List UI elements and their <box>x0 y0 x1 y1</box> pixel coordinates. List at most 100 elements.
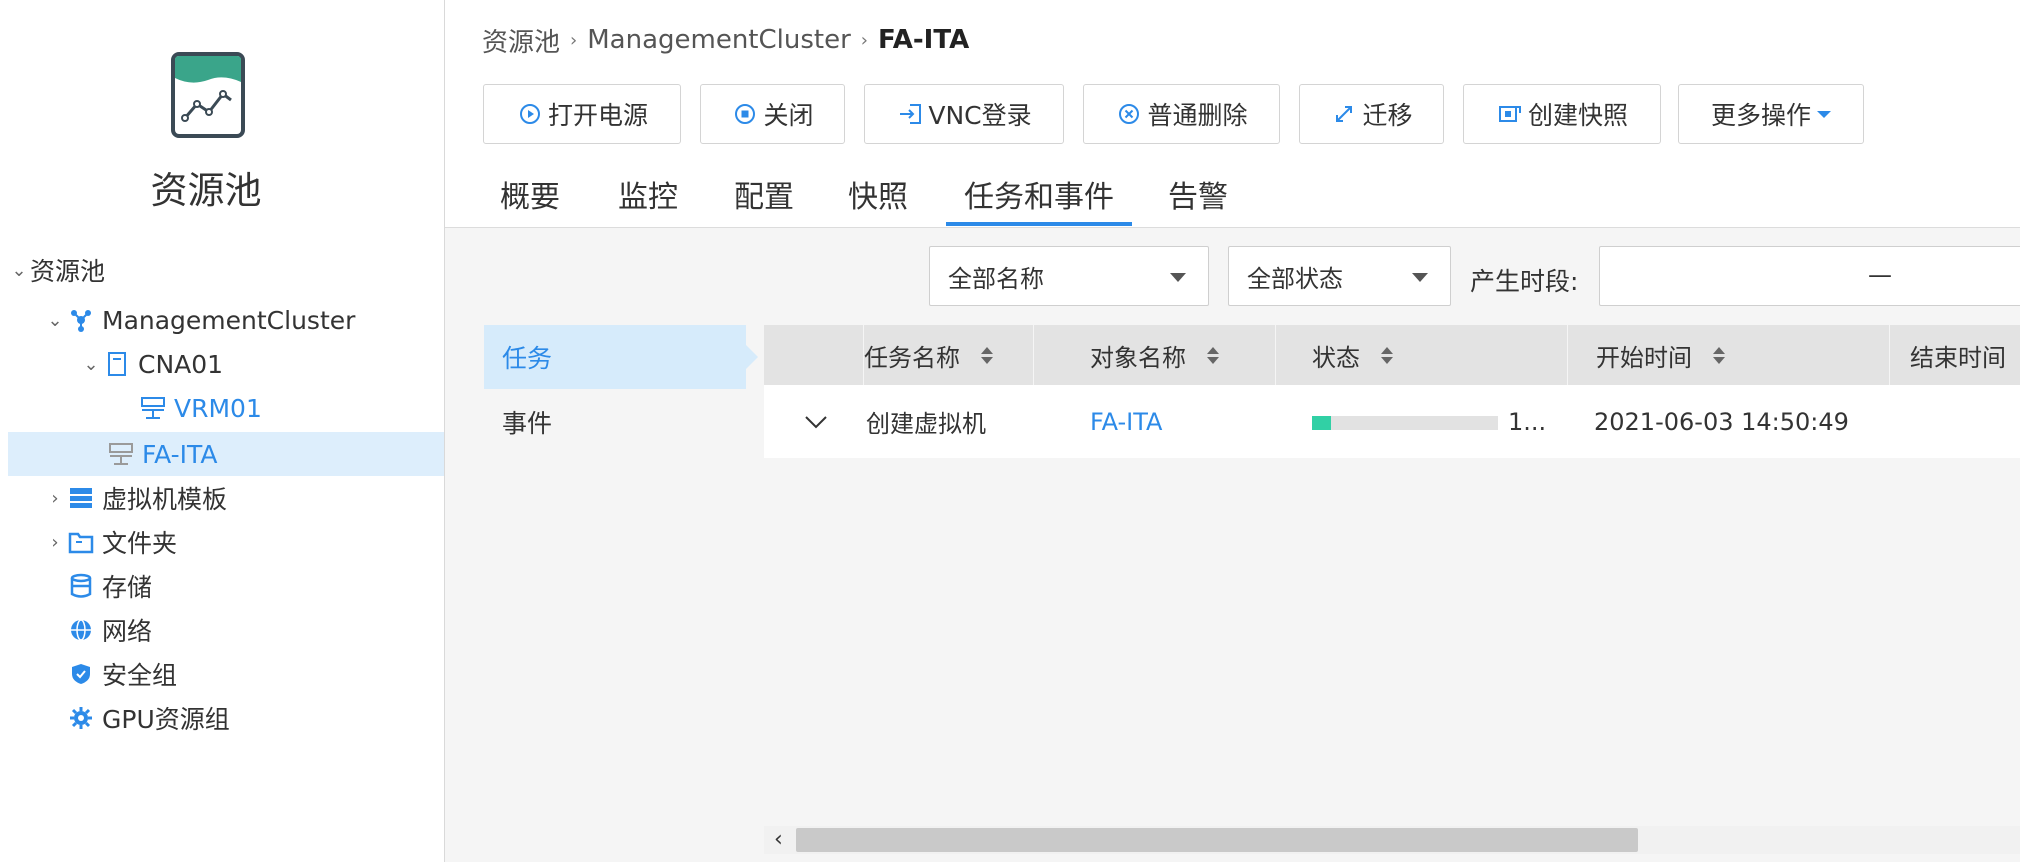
tree-item-label: CNA01 <box>138 349 224 379</box>
time-range-input[interactable]: — <box>1599 246 2020 306</box>
vm-icon <box>106 439 136 469</box>
name-filter-select[interactable]: 全部名称 <box>929 246 1209 306</box>
tree-item-label: 安全组 <box>102 661 178 690</box>
tree-item-label: FA-ITA <box>142 439 218 469</box>
time-range-label: 产生时段: <box>1470 267 1579 296</box>
column-header-status[interactable]: 状态 <box>1294 325 1568 385</box>
breadcrumb-item-cluster[interactable]: ManagementCluster <box>587 25 851 55</box>
subnav-events[interactable]: 事件 <box>484 390 746 454</box>
task-progress-bar <box>1312 416 1498 430</box>
folder-icon <box>66 527 96 557</box>
sidebar-title: 资源池 <box>150 169 262 212</box>
breadcrumb-item-resource-pool[interactable]: 资源池 <box>482 22 560 59</box>
column-header-label: 任务名称 <box>864 343 960 372</box>
stop-circle-icon <box>731 100 759 128</box>
task-progress-fill <box>1312 416 1331 430</box>
status-filter-select[interactable]: 全部状态 <box>1228 246 1451 306</box>
delete-label: 普通删除 <box>1147 101 1248 130</box>
more-actions-label: 更多操作 <box>1710 101 1811 130</box>
chevron-right-icon: › <box>860 29 868 51</box>
table-header: 任务名称 对象名称 状态 开始时间 结束时间 <box>764 325 2020 385</box>
start-time-cell: 2021-06-03 14:50:49 <box>1594 407 1849 436</box>
create-snapshot-button[interactable]: 创建快照 <box>1463 84 1661 144</box>
network-icon <box>66 615 96 645</box>
power-on-label: 打开电源 <box>547 101 648 130</box>
migrate-button[interactable]: 迁移 <box>1299 84 1444 144</box>
chevron-right-icon[interactable]: › <box>44 532 66 553</box>
caret-down-icon <box>1817 110 1831 118</box>
tree-item-network[interactable]: 网络 <box>8 608 444 652</box>
caret-down-icon <box>1412 273 1428 282</box>
tree-item-security-group[interactable]: 安全组 <box>8 652 444 696</box>
content-area <box>445 228 2020 862</box>
column-header-label: 对象名称 <box>1090 343 1186 372</box>
name-filter-value: 全部名称 <box>948 264 1044 293</box>
column-header-label: 结束时间 <box>1910 343 2006 372</box>
chevron-down-icon[interactable]: ⌄ <box>44 310 66 331</box>
chevron-down-icon[interactable]: ⌄ <box>8 260 30 281</box>
tree-item-fa-ita[interactable]: FA-ITA <box>8 432 444 476</box>
tree-item-gpu-group[interactable]: GPU资源组 <box>8 696 444 740</box>
horizontal-scrollbar[interactable]: ‹ <box>764 826 2020 854</box>
expand-column-header <box>764 325 864 385</box>
breadcrumb: 资源池 › ManagementCluster › FA-ITA <box>482 22 969 58</box>
tree-item-management-cluster[interactable]: ⌄ ManagementCluster <box>8 298 444 342</box>
tree-item-label: ManagementCluster <box>102 305 356 335</box>
create-snapshot-label: 创建快照 <box>1527 101 1628 130</box>
object-name-link[interactable]: FA-ITA <box>1090 385 1162 458</box>
tree-item-resource-pool[interactable]: ⌄ 资源池 <box>8 248 444 292</box>
chevron-right-icon[interactable]: › <box>44 488 66 509</box>
shutdown-button[interactable]: 关闭 <box>700 84 845 144</box>
column-header-object-name[interactable]: 对象名称 <box>1070 325 1276 385</box>
close-circle-icon <box>1115 100 1143 128</box>
gpu-icon <box>66 703 96 733</box>
breadcrumb-current: FA-ITA <box>877 25 970 55</box>
sort-icon[interactable] <box>1206 346 1220 364</box>
storage-icon <box>66 571 96 601</box>
column-header-end-time[interactable]: 结束时间 <box>1890 325 2020 385</box>
tree-item-vm-templates[interactable]: › 虚拟机模板 <box>8 476 444 520</box>
power-on-button[interactable]: 打开电源 <box>483 84 681 144</box>
tab-alarms[interactable]: 告警 <box>1168 168 1228 226</box>
vm-icon <box>138 393 168 423</box>
sidebar: 资源池 ⌄ 资源池 ⌄ ManagementCluster ⌄ CNA01 VR… <box>0 0 445 862</box>
tree-item-cna01[interactable]: ⌄ CNA01 <box>8 342 444 386</box>
scrollbar-thumb[interactable] <box>796 828 1638 852</box>
column-header-label: 开始时间 <box>1596 343 1692 372</box>
task-name-cell: 创建虚拟机 <box>866 410 986 438</box>
host-icon <box>102 349 132 379</box>
scroll-left-arrow-icon[interactable]: ‹ <box>774 826 783 854</box>
caret-down-icon <box>1170 273 1186 282</box>
tab-snapshot[interactable]: 快照 <box>848 168 908 226</box>
status-text: 1... <box>1508 407 1547 436</box>
delete-button[interactable]: 普通删除 <box>1083 84 1280 144</box>
snapshot-icon <box>1496 100 1524 128</box>
tab-overview[interactable]: 概要 <box>500 168 560 226</box>
tab-config[interactable]: 配置 <box>734 168 794 226</box>
login-icon <box>896 100 924 128</box>
tree-item-vrm01[interactable]: VRM01 <box>8 386 444 430</box>
sort-icon[interactable] <box>1380 346 1394 364</box>
expand-row-icon[interactable] <box>804 385 828 458</box>
column-header-label: 状态 <box>1312 343 1360 372</box>
tab-tasks-events[interactable]: 任务和事件 <box>946 168 1132 226</box>
more-actions-button[interactable]: 更多操作 <box>1678 84 1864 144</box>
column-header-task-name[interactable]: 任务名称 <box>864 325 1034 385</box>
migrate-arrows-icon <box>1330 100 1358 128</box>
tree-item-folder[interactable]: › 文件夹 <box>8 520 444 564</box>
tree-item-label: 虚拟机模板 <box>102 485 228 514</box>
subnav-tasks[interactable]: 任务 <box>484 325 758 389</box>
chevron-down-icon[interactable]: ⌄ <box>80 354 102 375</box>
vnc-login-button[interactable]: VNC登录 <box>864 84 1064 144</box>
tree-item-label: 资源池 <box>30 257 106 286</box>
tree-item-storage[interactable]: 存储 <box>8 564 444 608</box>
tree-item-label: 存储 <box>102 573 153 602</box>
sort-icon[interactable] <box>1712 346 1726 364</box>
column-header-start-time[interactable]: 开始时间 <box>1574 325 1890 385</box>
tree-item-label: 网络 <box>102 617 153 646</box>
sort-icon[interactable] <box>980 346 994 364</box>
template-icon <box>66 483 96 513</box>
tab-monitor[interactable]: 监控 <box>618 168 678 226</box>
migrate-label: 迁移 <box>1362 101 1413 130</box>
tasks-table: 任务名称 对象名称 状态 开始时间 结束时间 创建虚拟机 FA-ITA 1...… <box>764 325 2020 458</box>
